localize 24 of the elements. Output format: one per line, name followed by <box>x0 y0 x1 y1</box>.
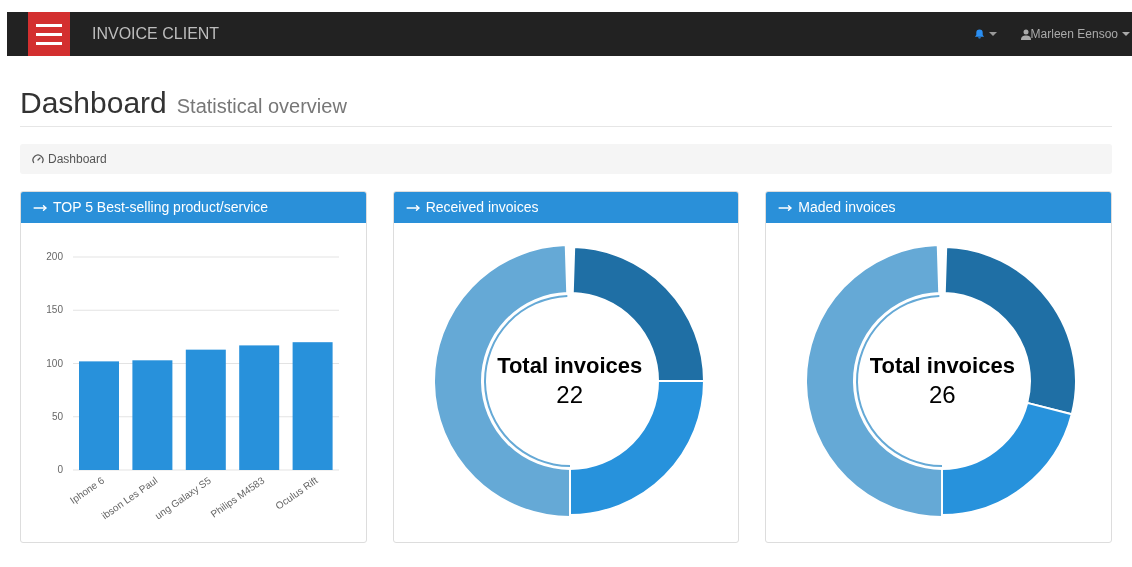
axis-tick-label: 100 <box>46 357 63 369</box>
page-subtitle: Statistical overview <box>176 96 347 116</box>
brand-title[interactable]: INVOICE CLIENT <box>92 22 220 46</box>
notifications-button[interactable] <box>973 28 997 40</box>
caret-icon <box>988 32 997 36</box>
breadcrumb-item[interactable]: Dashboard <box>48 150 107 168</box>
panel-title: Received invoices <box>425 198 539 217</box>
panel-title: Maded invoices <box>798 198 896 217</box>
axis-tick-label: 200 <box>46 251 63 262</box>
panel-title: TOP 5 Best-selling product/service <box>53 198 269 217</box>
axis-tick-label: 0 <box>57 464 63 475</box>
axis-tick-label: 50 <box>51 410 63 422</box>
dashboard-icon <box>32 153 44 165</box>
donut-center-label: Total invoices <box>497 352 643 380</box>
page-title: Dashboard <box>20 88 167 118</box>
donut-total: 26 <box>929 379 956 410</box>
user-menu-button[interactable]: Marleen Eensoo <box>1020 25 1130 43</box>
caret-icon <box>1122 32 1130 36</box>
donut-total: 22 <box>556 379 583 410</box>
donut-center-label: Total invoices <box>869 352 1015 380</box>
bell-icon <box>973 28 985 40</box>
menu-button[interactable] <box>28 12 70 56</box>
user-icon <box>1020 28 1031 40</box>
axis-tick-label: 150 <box>46 304 63 316</box>
